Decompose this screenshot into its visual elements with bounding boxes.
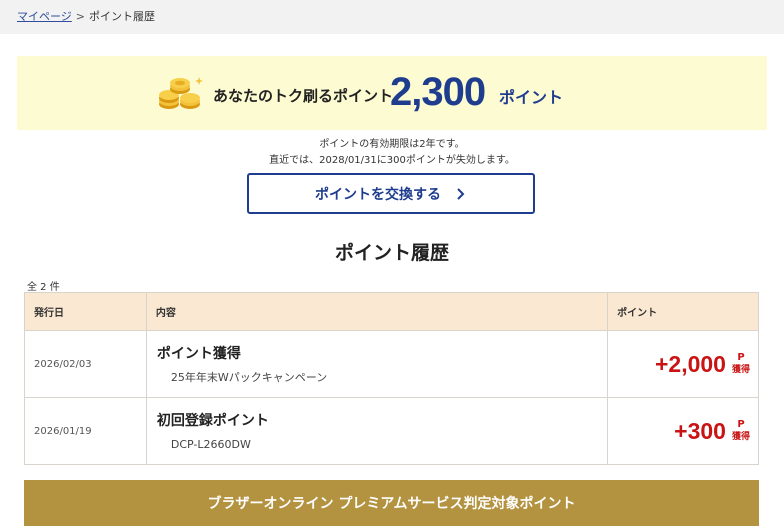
- row-points-suffix: P 獲得: [732, 352, 750, 376]
- row-points: +300 P 獲得: [607, 397, 759, 465]
- row-title: 初回登録ポイント: [156, 412, 269, 429]
- header-date: 発行日: [24, 292, 147, 331]
- points-status: 獲得: [731, 432, 750, 442]
- row-detail: DCP-L2660DW: [170, 437, 251, 451]
- expiry-note-line-2: 直近では、2028/01/31に300ポイントが失効します。: [269, 155, 515, 166]
- points-unit: P: [737, 352, 745, 363]
- history-section-title: ポイント履歴: [334, 242, 449, 264]
- chevron-right-icon: [457, 187, 465, 200]
- expiry-note-line-1: ポイントの有効期限は2年です。: [319, 139, 465, 150]
- table-row: 2026/01/19 初回登録ポイント DCP-L2660DW +300 P 獲得: [24, 397, 759, 465]
- exchange-points-button[interactable]: ポイントを交換する: [247, 173, 535, 214]
- row-content: ポイント獲得 25年年末Wパックキャンペーン: [145, 330, 609, 398]
- table-row: 2026/02/03 ポイント獲得 25年年末Wパックキャンペーン +2,000…: [24, 330, 759, 398]
- points-banner: あなたのトク刷るポイント 2,300 ポイント: [17, 56, 767, 130]
- premium-service-points-label: ブラザーオンライン プレミアムサービス判定対象ポイント: [207, 496, 576, 512]
- breadcrumb-bar: マイページ > ポイント履歴: [0, 0, 784, 34]
- row-points-value: +300: [674, 417, 726, 444]
- points-unit: P: [737, 419, 745, 430]
- coins-icon: [159, 77, 203, 109]
- header-content: 内容: [145, 292, 609, 331]
- premium-service-points-bar[interactable]: ブラザーオンライン プレミアムサービス判定対象ポイント: [24, 480, 759, 526]
- breadcrumb-separator: >: [75, 10, 85, 23]
- row-points-value: +2,000: [654, 350, 726, 377]
- points-history-table: 発行日 内容 ポイント 2026/02/03 ポイント獲得 25年年末Wパックキ…: [24, 292, 759, 465]
- points-expiry-note: ポイントの有効期限は2年です。 直近では、2028/01/31に300ポイントが…: [0, 137, 784, 169]
- history-total-count: 全 2 件: [27, 282, 60, 293]
- row-content: 初回登録ポイント DCP-L2660DW: [145, 397, 609, 465]
- row-date: 2026/02/03: [24, 330, 147, 398]
- row-points: +2,000 P 獲得: [607, 330, 759, 398]
- header-points: ポイント: [607, 292, 759, 331]
- table-header-row: 発行日 内容 ポイント: [24, 292, 759, 331]
- row-points-suffix: P 獲得: [732, 419, 750, 443]
- points-status: 獲得: [731, 365, 750, 375]
- breadcrumb: マイページ > ポイント履歴: [17, 10, 155, 24]
- exchange-points-label: ポイントを交換する: [315, 186, 441, 203]
- row-date: 2026/01/19: [24, 397, 147, 465]
- breadcrumb-current: ポイント履歴: [89, 10, 155, 23]
- row-title: ポイント獲得: [156, 345, 241, 362]
- breadcrumb-mypage-link[interactable]: マイページ: [17, 10, 72, 23]
- points-balance-value: 2,300: [390, 70, 486, 114]
- points-banner-label: あなたのトク刷るポイント: [213, 87, 394, 105]
- points-balance-unit: ポイント: [499, 88, 564, 107]
- row-detail: 25年年末Wパックキャンペーン: [170, 370, 328, 384]
